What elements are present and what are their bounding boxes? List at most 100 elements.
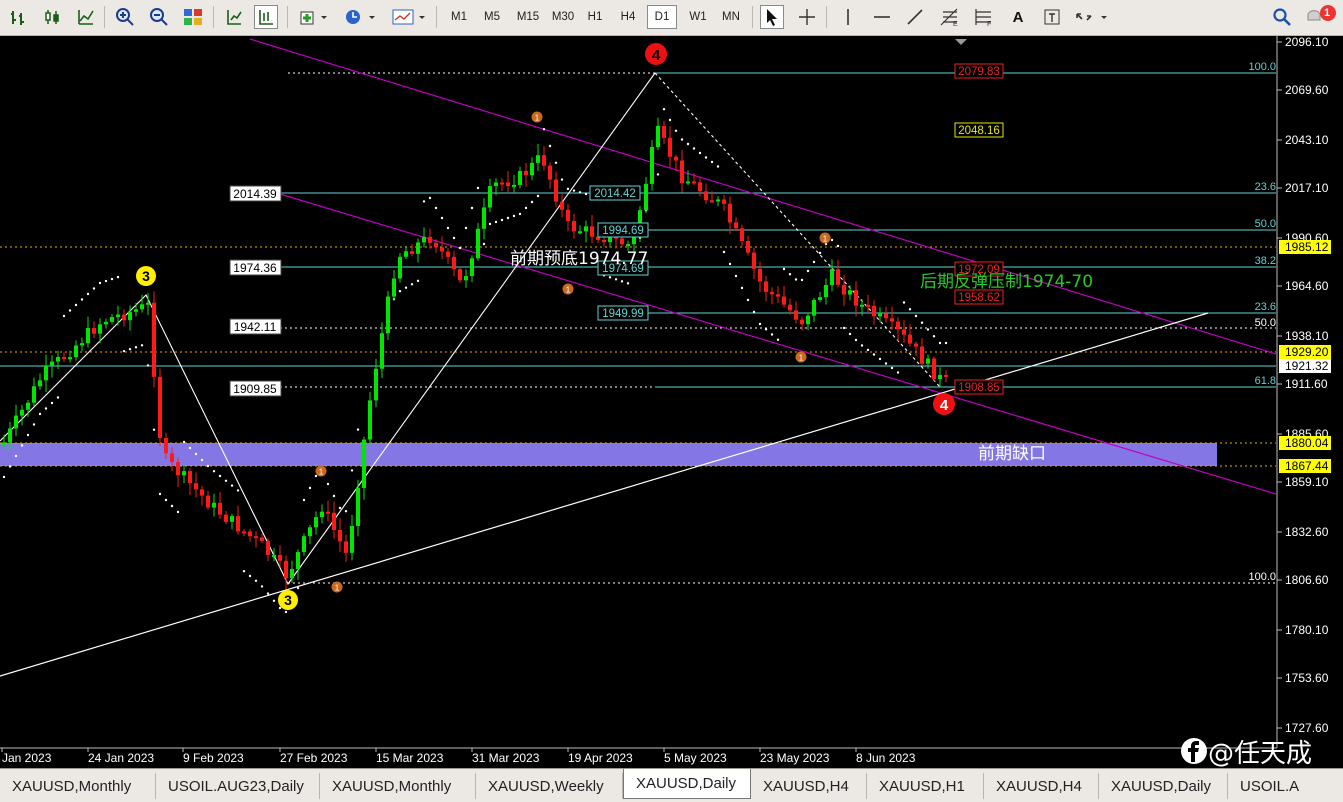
annotation-resistance: 后期反弹压制1974-70 xyxy=(920,272,1093,292)
tab-usoil-daily[interactable]: USOIL.AUG23,Daily xyxy=(156,773,320,799)
candle-body xyxy=(320,511,324,518)
trendline-icon[interactable] xyxy=(903,5,927,29)
fibonacci-fan-icon[interactable]: F xyxy=(972,5,996,29)
price-tag: 1985.12 xyxy=(1279,240,1331,254)
fibonacci-icon[interactable]: E xyxy=(938,5,962,29)
tab-xauusd-weekly[interactable]: XAUUSD,Weekly xyxy=(476,773,623,799)
level-box: 1942.11 xyxy=(229,318,282,335)
sar-dot xyxy=(224,479,228,482)
svg-text:1: 1 xyxy=(335,584,340,593)
candle-body xyxy=(740,228,744,242)
sar-dot xyxy=(128,348,132,351)
chart-shift-icon[interactable] xyxy=(222,5,246,29)
indicators-icon[interactable] xyxy=(297,5,333,29)
tab-xauusd-h4-2[interactable]: XAUUSD,H4 xyxy=(984,773,1099,799)
tf-mn[interactable]: MN xyxy=(716,5,746,29)
sar-dot xyxy=(854,338,858,342)
svg-text:23.6: 23.6 xyxy=(1255,301,1276,313)
wave-1-marker: 1 xyxy=(819,232,831,244)
sar-dot xyxy=(122,349,126,353)
sar-dot xyxy=(776,338,780,341)
templates-icon[interactable] xyxy=(390,5,428,29)
sar-dot xyxy=(530,200,534,204)
search-icon[interactable] xyxy=(1270,5,1294,29)
candle-body xyxy=(122,314,126,321)
tf-h4[interactable]: H4 xyxy=(614,5,642,29)
tab-xauusd-daily[interactable]: XAUUSD,Daily xyxy=(623,769,751,799)
tf-m15[interactable]: M15 xyxy=(511,5,545,29)
wave-1-marker: 1 xyxy=(562,283,574,295)
candle-body xyxy=(32,386,36,403)
text-icon[interactable]: A xyxy=(1006,5,1030,29)
candle-body xyxy=(662,125,666,138)
tab-usoil-a[interactable]: USOIL.A xyxy=(1228,773,1343,799)
sar-dot xyxy=(428,196,432,200)
zoom-out-icon[interactable] xyxy=(147,5,171,29)
label-icon[interactable] xyxy=(1040,5,1064,29)
svg-text:3: 3 xyxy=(142,268,150,284)
sar-dot xyxy=(818,251,822,255)
sar-dot xyxy=(332,494,336,498)
autoscroll-icon[interactable] xyxy=(254,5,278,29)
arrows-icon[interactable] xyxy=(1072,5,1112,29)
tf-w1[interactable]: W1 xyxy=(683,5,713,29)
toolbar: M1 M5 M15 M30 H1 H4 D1 W1 MN E F A 1 xyxy=(0,0,1343,36)
candle-body xyxy=(506,182,510,187)
wave-3-marker-top: 3 xyxy=(136,266,156,286)
sar-dot xyxy=(890,366,894,370)
candle-body xyxy=(782,296,786,305)
annotation-prev-high: 前期预底1974.77 xyxy=(510,249,648,269)
tf-m5[interactable]: M5 xyxy=(477,5,507,29)
date-label: 19 Apr 2023 xyxy=(568,751,633,765)
date-label: 24 Jan 2023 xyxy=(88,751,154,765)
tile-windows-icon[interactable] xyxy=(181,5,205,29)
tf-m1[interactable]: M1 xyxy=(444,5,474,29)
tf-h1[interactable]: H1 xyxy=(581,5,609,29)
candle-body xyxy=(836,269,840,285)
tab-xauusd-monthly-2[interactable]: XAUUSD,Monthly xyxy=(320,773,476,799)
tab-xauusd-daily-2[interactable]: XAUUSD,Daily xyxy=(1099,773,1228,799)
svg-text:2048.16: 2048.16 xyxy=(958,125,1000,137)
price-label: 1753.60 xyxy=(1285,671,1329,685)
chart-tabs: XAUUSD,Monthly USOIL.AUG23,Daily XAUUSD,… xyxy=(0,768,1343,802)
sar-dot xyxy=(260,585,264,588)
svg-text:1: 1 xyxy=(566,286,571,295)
candle-body xyxy=(848,290,852,295)
svg-text:1942.11: 1942.11 xyxy=(234,320,277,334)
candle-body xyxy=(380,333,384,369)
periods-icon[interactable] xyxy=(342,5,380,29)
tf-m30[interactable]: M30 xyxy=(546,5,580,29)
tab-xauusd-monthly[interactable]: XAUUSD,Monthly xyxy=(0,773,156,799)
svg-text:2014.39: 2014.39 xyxy=(233,187,277,201)
price-tag-label: 1867.44 xyxy=(1285,459,1329,473)
svg-text:50.0: 50.0 xyxy=(1255,317,1276,329)
price-chart[interactable]: 3 3 4 4 1 1 1 1 1 1 2014.39 1974.36 1942… xyxy=(0,36,1343,768)
tab-xauusd-h1[interactable]: XAUUSD,H1 xyxy=(867,773,984,799)
date-label: 9 Feb 2023 xyxy=(183,751,244,765)
candlestick-icon[interactable] xyxy=(40,5,64,29)
zoom-in-icon[interactable] xyxy=(113,5,137,29)
cursor-icon[interactable] xyxy=(760,5,784,29)
price-label: 1832.60 xyxy=(1285,525,1329,539)
crosshair-icon[interactable] xyxy=(795,5,819,29)
candle-body xyxy=(584,226,588,232)
sar-dot xyxy=(614,278,618,281)
sar-dot xyxy=(692,147,696,150)
sar-dot xyxy=(878,357,882,361)
price-tag: 1867.44 xyxy=(1279,459,1331,473)
price-label: 2096.10 xyxy=(1285,36,1329,49)
line-chart-icon[interactable] xyxy=(74,5,98,29)
sar-dot xyxy=(920,321,924,324)
horizontal-line-icon[interactable] xyxy=(870,5,894,29)
bar-chart-icon[interactable] xyxy=(6,5,30,29)
svg-text:61.8: 61.8 xyxy=(1255,375,1276,387)
sar-dot xyxy=(254,579,258,582)
candle-body xyxy=(158,376,162,439)
vertical-line-icon[interactable] xyxy=(836,5,860,29)
sar-dot xyxy=(668,118,672,122)
sar-dot xyxy=(326,482,330,486)
tab-xauusd-h4[interactable]: XAUUSD,H4 xyxy=(751,773,867,799)
notifications-icon[interactable]: 1 xyxy=(1304,5,1338,29)
svg-text:1: 1 xyxy=(535,114,540,123)
tf-d1[interactable]: D1 xyxy=(647,5,677,29)
